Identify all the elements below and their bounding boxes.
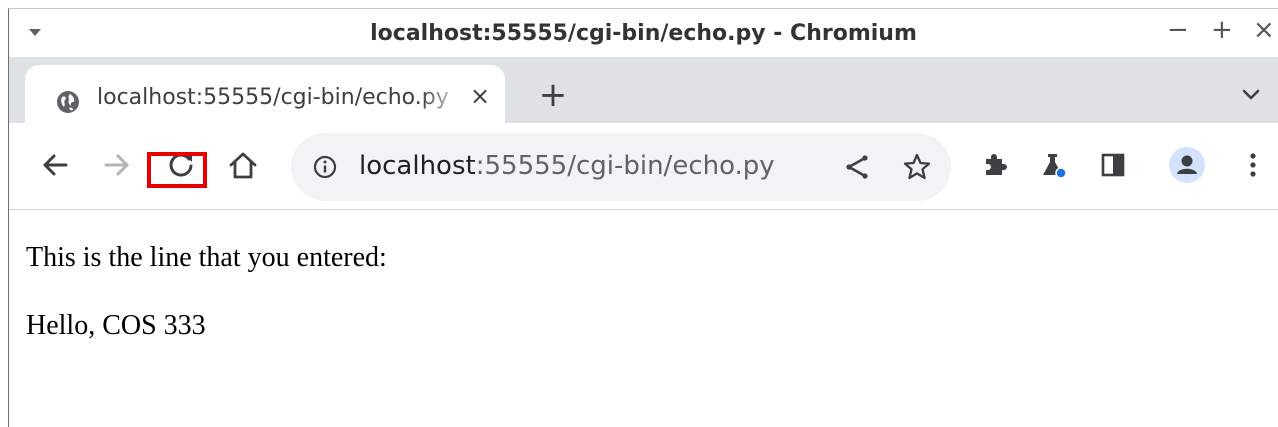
forward-button[interactable] <box>95 143 139 187</box>
extensions-button[interactable] <box>973 143 1017 187</box>
title-bar: localhost:55555/cgi-bin/echo.py - Chromi… <box>9 9 1278 57</box>
tab-close-button[interactable]: × <box>465 81 495 111</box>
chrome-menu-button[interactable] <box>1231 143 1275 187</box>
kebab-menu-icon <box>1250 153 1256 177</box>
star-icon <box>903 153 931 180</box>
share-button[interactable] <box>835 145 879 189</box>
home-icon <box>229 152 257 179</box>
address-bar[interactable]: localhost:55555/cgi-bin/echo.py <box>291 133 951 201</box>
close-window-button[interactable]: × <box>1253 17 1275 43</box>
back-button[interactable] <box>33 143 77 187</box>
minimize-button[interactable]: − <box>1167 17 1189 43</box>
tab-title: localhost:55555/cgi-bin/echo.py <box>97 85 449 110</box>
new-tab-button[interactable]: + <box>533 75 573 115</box>
share-icon <box>846 155 868 179</box>
reload-highlight-box <box>147 152 207 188</box>
puzzle-icon <box>986 154 1007 175</box>
profile-button[interactable] <box>1165 143 1209 187</box>
page-line-echo: Hello, COS 333 <box>26 310 206 341</box>
globe-icon <box>55 89 81 115</box>
flask-icon <box>1043 154 1067 179</box>
window-title: localhost:55555/cgi-bin/echo.py - Chromi… <box>370 21 917 46</box>
site-info-icon[interactable] <box>313 155 337 179</box>
home-button[interactable] <box>221 143 265 187</box>
page-line-intro: This is the line that you entered: <box>26 242 387 273</box>
browser-window: localhost:55555/cgi-bin/echo.py - Chromi… <box>8 8 1278 427</box>
tab-echo[interactable]: localhost:55555/cgi-bin/echo.py × <box>25 65 505 131</box>
page-content: This is the line that you entered: Hello… <box>9 210 1278 427</box>
tab-strip: localhost:55555/cgi-bin/echo.py × + <box>9 57 1278 131</box>
url-path: :55555/cgi-bin/echo.py <box>475 151 775 181</box>
url-text: localhost:55555/cgi-bin/echo.py <box>359 151 775 181</box>
arrow-right-icon <box>104 154 129 176</box>
tab-search-chevron-down-icon[interactable] <box>1235 79 1267 111</box>
toolbar: localhost:55555/cgi-bin/echo.py <box>9 123 1278 210</box>
bookmark-button[interactable] <box>895 145 939 189</box>
arrow-left-icon <box>43 154 68 176</box>
url-host: localhost <box>359 151 476 181</box>
labs-button[interactable] <box>1031 143 1075 187</box>
side-panel-icon <box>1101 153 1125 177</box>
avatar-icon <box>1169 147 1205 183</box>
maximize-button[interactable]: + <box>1211 17 1233 43</box>
side-panel-button[interactable] <box>1091 143 1135 187</box>
